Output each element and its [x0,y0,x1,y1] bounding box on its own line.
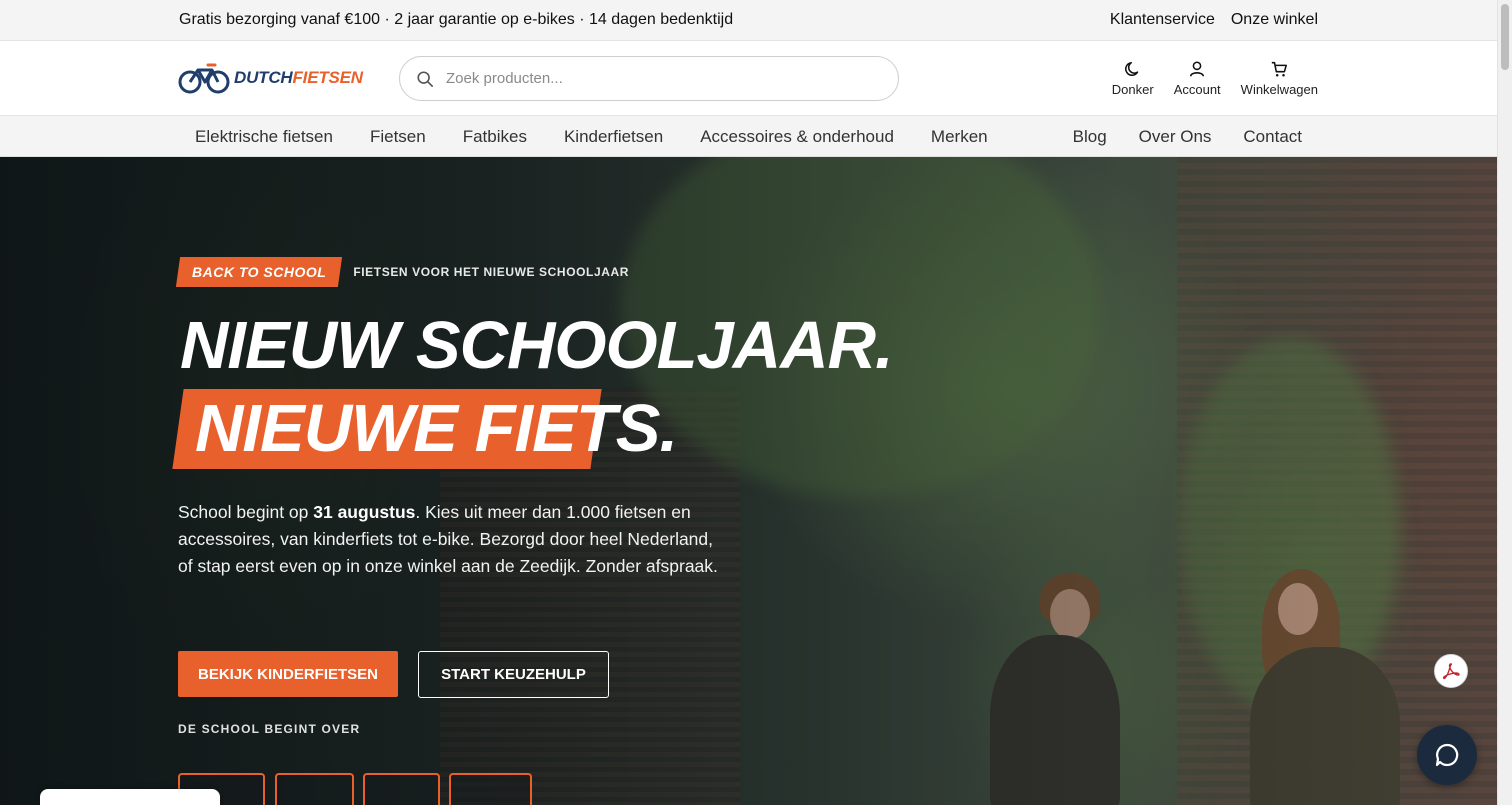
countdown-box-seconds [449,773,532,805]
nav-item-fietsen[interactable]: Fietsen [370,127,426,147]
cart-icon [1272,61,1288,77]
badge-label: BACK TO SCHOOL [192,264,327,280]
header-actions: Donker Account Winkelwagen [1112,60,1318,97]
user-icon [1190,61,1205,77]
promo-text: Gratis bezorging vanaf €100 · 2 jaar gar… [179,11,734,28]
logo-part-fietsen: FIETSEN [292,68,364,87]
chat-button[interactable] [1417,725,1477,785]
nav-item-over-ons[interactable]: Over Ons [1139,127,1212,147]
theme-toggle-label: Donker [1111,82,1154,97]
countdown-label: DE SCHOOL BEGINT OVER [178,722,361,736]
nav-item-accessoires[interactable]: Accessoires & onderhoud [700,127,894,147]
pdf-icon [1442,663,1460,680]
start-advice-button[interactable]: START KEUZEHULP [418,651,609,698]
hero-headline-line1: NIEUW SCHOOLJAAR. [180,308,894,383]
nav-item-blog[interactable]: Blog [1073,127,1107,147]
logo-text: DUTCHFIETSEN [234,68,363,88]
nav-item-contact[interactable]: Contact [1243,127,1302,147]
top-links: Klantenservice Onze winkel [1110,11,1318,29]
hero-headline-line2: NIEUWE FIETS. [195,391,678,466]
chat-icon [1435,743,1459,767]
nav-item-fatbikes[interactable]: Fatbikes [463,127,527,147]
pdf-button[interactable] [1434,654,1468,688]
countdown-box-hours [275,773,354,805]
cart-label: Winkelwagen [1240,82,1318,97]
bike-logo-icon [178,63,230,94]
nav-categories: Elektrische fietsen Fietsen Fatbikes Kin… [195,127,988,147]
site-header: DUTCHFIETSEN Donker Account [0,41,1497,116]
intro-pre: School begint op [178,502,314,522]
cookie-consent-tab[interactable] [40,789,220,805]
site-logo[interactable]: DUTCHFIETSEN [178,60,363,96]
nav-item-merken[interactable]: Merken [931,127,988,147]
hero-badge-row: BACK TO SCHOOL FIETSEN VOOR HET NIEUWE S… [175,257,630,287]
intro-date: 31 augustus [313,502,416,522]
hero-intro-text: School begint op 31 augustus. Kies uit m… [178,499,718,580]
link-klantenservice[interactable]: Klantenservice [1110,11,1215,29]
back-to-school-badge: BACK TO SCHOOL [175,257,343,287]
top-announcement-bar: Gratis bezorging vanaf €100 · 2 jaar gar… [0,0,1497,41]
link-onze-winkel[interactable]: Onze winkel [1231,11,1318,29]
view-kids-bikes-button[interactable]: BEKIJK KINDERFIETSEN [178,651,398,697]
main-navigation: Elektrische fietsen Fietsen Fatbikes Kin… [0,116,1497,157]
countdown-box-minutes [363,773,440,805]
search-bar[interactable] [399,56,899,101]
account-label: Account [1173,82,1221,97]
nav-item-elektrische-fietsen[interactable]: Elektrische fietsen [195,127,333,147]
theme-toggle-button[interactable]: Donker [1112,60,1154,97]
nav-pages: Blog Over Ons Contact [1073,127,1302,147]
cart-button[interactable]: Winkelwagen [1241,60,1318,97]
hero-banner: BACK TO SCHOOL FIETSEN VOOR HET NIEUWE S… [0,157,1497,805]
logo-part-dutch: DUTCH [234,68,293,87]
moon-icon [1124,61,1138,76]
nav-item-kinderfietsen[interactable]: Kinderfietsen [564,127,663,147]
badge-subtitle: FIETSEN VOOR HET NIEUWE SCHOOLJAAR [353,265,630,279]
search-input[interactable] [446,70,846,87]
scrollbar-thumb[interactable] [1501,4,1509,70]
hero-dark-overlay [0,157,1497,805]
page-scrollbar[interactable] [1497,0,1512,805]
account-button[interactable]: Account [1174,60,1221,97]
search-icon [417,70,434,87]
